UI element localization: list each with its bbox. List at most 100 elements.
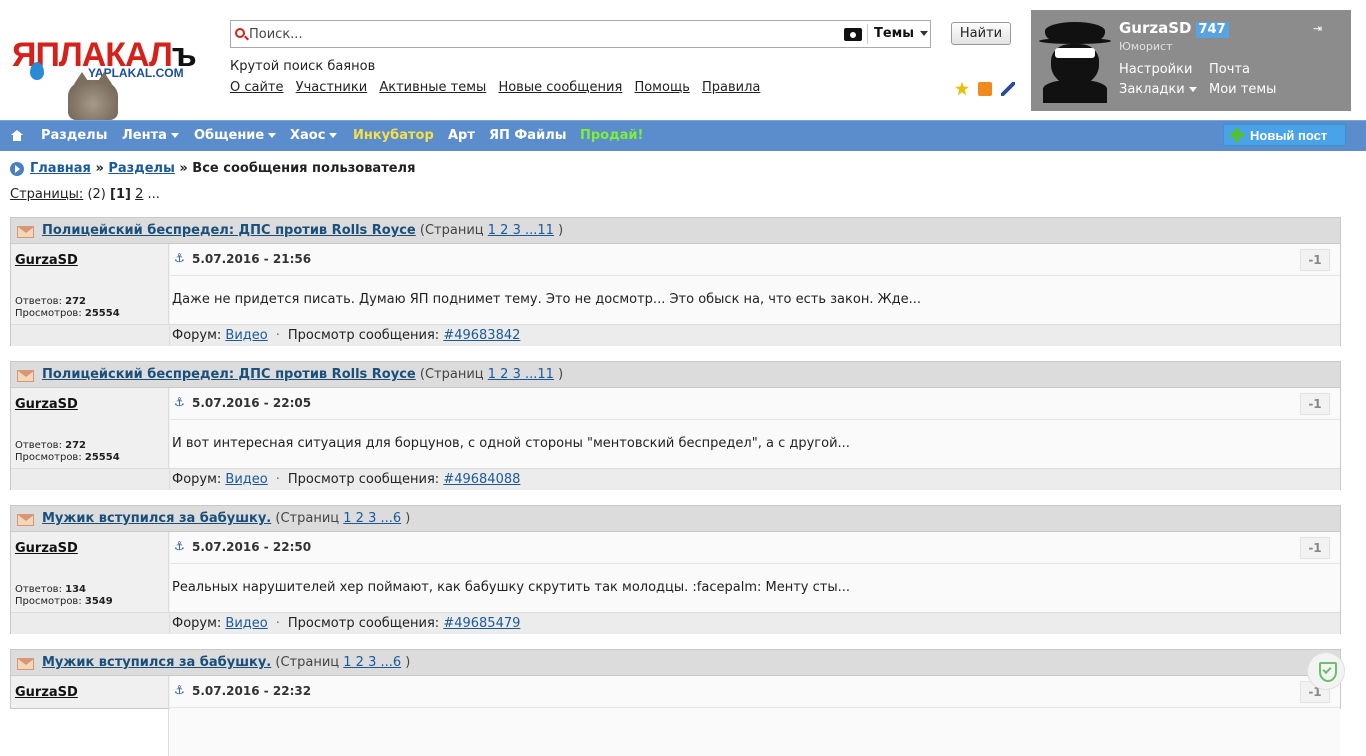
topnav-help[interactable]: Помощь bbox=[634, 80, 689, 95]
search-box: Темы bbox=[230, 20, 931, 48]
chevron-down-icon bbox=[329, 133, 338, 138]
menu-chaos[interactable]: Хаос bbox=[290, 128, 338, 143]
post-header: Полицейский беспредел: ДПС против Rolls … bbox=[11, 362, 1340, 388]
user-rank: Юморист bbox=[1119, 40, 1173, 53]
post-topic-link[interactable]: Мужик вступился за бабушку. bbox=[42, 511, 271, 526]
topnav-active-topics[interactable]: Активные темы bbox=[379, 80, 486, 95]
post-footer: Форум: Видео · Просмотр сообщения: #496840… bbox=[170, 468, 1340, 490]
play-circle-icon bbox=[10, 161, 24, 176]
post-rating[interactable]: -1 bbox=[1300, 537, 1330, 559]
post-header: Мужик вступился за бабушку. (Страниц 1 2… bbox=[11, 506, 1340, 532]
post-text: Реальных нарушителей хер поймают, как ба… bbox=[172, 580, 850, 595]
post-author[interactable]: GurzaSD bbox=[15, 397, 78, 412]
post-rating[interactable]: -1 bbox=[1300, 393, 1330, 415]
logo-cat-image bbox=[68, 72, 118, 120]
message-link[interactable]: #49683842 bbox=[443, 328, 520, 343]
topic-pages[interactable]: 1 2 3 ...11 bbox=[488, 367, 554, 382]
search-icon bbox=[235, 28, 245, 38]
pen-icon[interactable] bbox=[1001, 81, 1016, 96]
post-card: Полицейский беспредел: ДПС против Rolls … bbox=[10, 217, 1341, 346]
anchor-icon[interactable]: ⚓ bbox=[174, 396, 186, 408]
post-rating[interactable]: -1 bbox=[1300, 249, 1330, 271]
forum-link[interactable]: Видео bbox=[225, 616, 267, 631]
username[interactable]: GurzaSD 747 bbox=[1119, 19, 1229, 38]
tagline: Крутой поиск баянов bbox=[230, 59, 376, 74]
author-column: GurzaSD Ответов: 134 Просмотров: 3549 bbox=[11, 532, 169, 612]
exit-icon[interactable]: ⇥ bbox=[1313, 22, 1327, 35]
topic-pages[interactable]: 1 2 3 ...6 bbox=[343, 655, 401, 670]
menu-incubator[interactable]: Инкубатор bbox=[353, 128, 434, 143]
menu-files[interactable]: ЯП Файлы bbox=[489, 128, 566, 143]
menu-communication[interactable]: Общение bbox=[194, 128, 277, 143]
logo-drop-icon bbox=[30, 62, 44, 80]
post-author[interactable]: GurzaSD bbox=[15, 253, 78, 268]
post-author[interactable]: GurzaSD bbox=[15, 541, 78, 556]
post-author[interactable]: GurzaSD bbox=[15, 685, 78, 700]
post-footer: Форум: Видео · Просмотр сообщения: #496854… bbox=[170, 612, 1340, 634]
camera-icon[interactable] bbox=[844, 28, 862, 41]
anchor-icon[interactable]: ⚓ bbox=[174, 684, 186, 696]
post-card: Мужик вступился за бабушку. (Страниц 1 2… bbox=[10, 649, 1341, 756]
site-logo[interactable]: ЯПЛАКАЛъ YAPLAKAL.COM bbox=[10, 30, 210, 120]
breadcrumb-home[interactable]: Главная bbox=[30, 161, 91, 176]
breadcrumb: Главная » Разделы » Все сообщения пользо… bbox=[10, 161, 415, 176]
envelope-icon bbox=[17, 514, 34, 526]
topic-stats: Ответов: 272 Просмотров: 25554 bbox=[15, 296, 120, 319]
breadcrumb-sections[interactable]: Разделы bbox=[108, 161, 174, 176]
user-karma-badge: 747 bbox=[1195, 22, 1229, 38]
avatar[interactable] bbox=[1039, 18, 1111, 103]
post-header: Полицейский беспредел: ДПС против Rolls … bbox=[11, 218, 1340, 244]
my-topics-link[interactable]: Мои темы bbox=[1209, 82, 1276, 97]
topnav-members[interactable]: Участники bbox=[296, 80, 368, 95]
topnav-rules[interactable]: Правила bbox=[702, 80, 760, 95]
post-topic-link[interactable]: Мужик вступился за бабушку. bbox=[42, 655, 271, 670]
post-topic-link[interactable]: Полицейский беспредел: ДПС против Rolls … bbox=[42, 367, 416, 382]
topnav-about[interactable]: О сайте bbox=[230, 80, 284, 95]
mail-link[interactable]: Почта bbox=[1209, 62, 1250, 77]
topnav-new-messages[interactable]: Новые сообщения bbox=[498, 80, 622, 95]
anchor-icon[interactable]: ⚓ bbox=[174, 540, 186, 552]
post-date: 5.07.2016 - 22:50 bbox=[192, 540, 312, 554]
topic-pages[interactable]: 1 2 3 ...11 bbox=[488, 223, 554, 238]
search-divider bbox=[867, 24, 868, 44]
envelope-icon bbox=[17, 658, 34, 670]
topic-pages[interactable]: 1 2 3 ...6 bbox=[343, 511, 401, 526]
menu-sell[interactable]: Продай! bbox=[580, 128, 643, 143]
shield-check-icon[interactable] bbox=[1307, 652, 1345, 690]
menu-art[interactable]: Арт bbox=[448, 128, 475, 143]
forum-link[interactable]: Видео bbox=[225, 472, 267, 487]
tool-icons bbox=[955, 81, 1020, 96]
post-card: Мужик вступился за бабушку. (Страниц 1 2… bbox=[10, 505, 1341, 634]
breadcrumb-current: Все сообщения пользователя bbox=[192, 161, 416, 176]
post-topic-link[interactable]: Полицейский беспредел: ДПС против Rolls … bbox=[42, 223, 416, 238]
post-card: Полицейский беспредел: ДПС против Rolls … bbox=[10, 361, 1341, 490]
forum-link[interactable]: Видео bbox=[225, 328, 267, 343]
anchor-icon[interactable]: ⚓ bbox=[174, 252, 186, 264]
star-icon[interactable] bbox=[955, 81, 969, 96]
search-input[interactable] bbox=[249, 24, 829, 44]
rss-icon[interactable] bbox=[978, 81, 993, 96]
post-text: Даже не придется писать. Думаю ЯП подним… bbox=[172, 292, 921, 307]
search-button[interactable]: Найти bbox=[951, 22, 1011, 45]
chevron-down-icon bbox=[170, 133, 179, 138]
author-column: GurzaSD bbox=[11, 676, 169, 756]
pager-next[interactable]: 2 bbox=[135, 187, 143, 202]
topic-stats: Ответов: 272 Просмотров: 25554 bbox=[15, 440, 120, 463]
message-link[interactable]: #49684088 bbox=[443, 472, 520, 487]
search-scope-select[interactable]: Темы bbox=[874, 26, 929, 41]
envelope-icon bbox=[17, 226, 34, 238]
pager: Страницы: (2) [1] 2 ... bbox=[10, 187, 160, 202]
home-icon[interactable] bbox=[11, 130, 23, 141]
message-link[interactable]: #49685479 bbox=[443, 616, 520, 631]
bookmarks-link[interactable]: Закладки bbox=[1119, 82, 1197, 97]
menu-feed[interactable]: Лента bbox=[122, 128, 179, 143]
pager-label[interactable]: Страницы: bbox=[10, 187, 83, 202]
plus-icon bbox=[1230, 128, 1244, 142]
post-footer: Форум: Видео · Просмотр сообщения: #496838… bbox=[170, 324, 1340, 346]
post-body: ⚓ 5.07.2016 - 22:32 -1 bbox=[170, 676, 1340, 756]
new-post-button[interactable]: Новый пост bbox=[1223, 124, 1346, 146]
menu-sections[interactable]: Разделы bbox=[41, 128, 107, 143]
author-column: GurzaSD Ответов: 272 Просмотров: 25554 bbox=[11, 388, 169, 468]
settings-link[interactable]: Настройки bbox=[1119, 62, 1192, 77]
pager-current: [1] bbox=[110, 187, 131, 202]
